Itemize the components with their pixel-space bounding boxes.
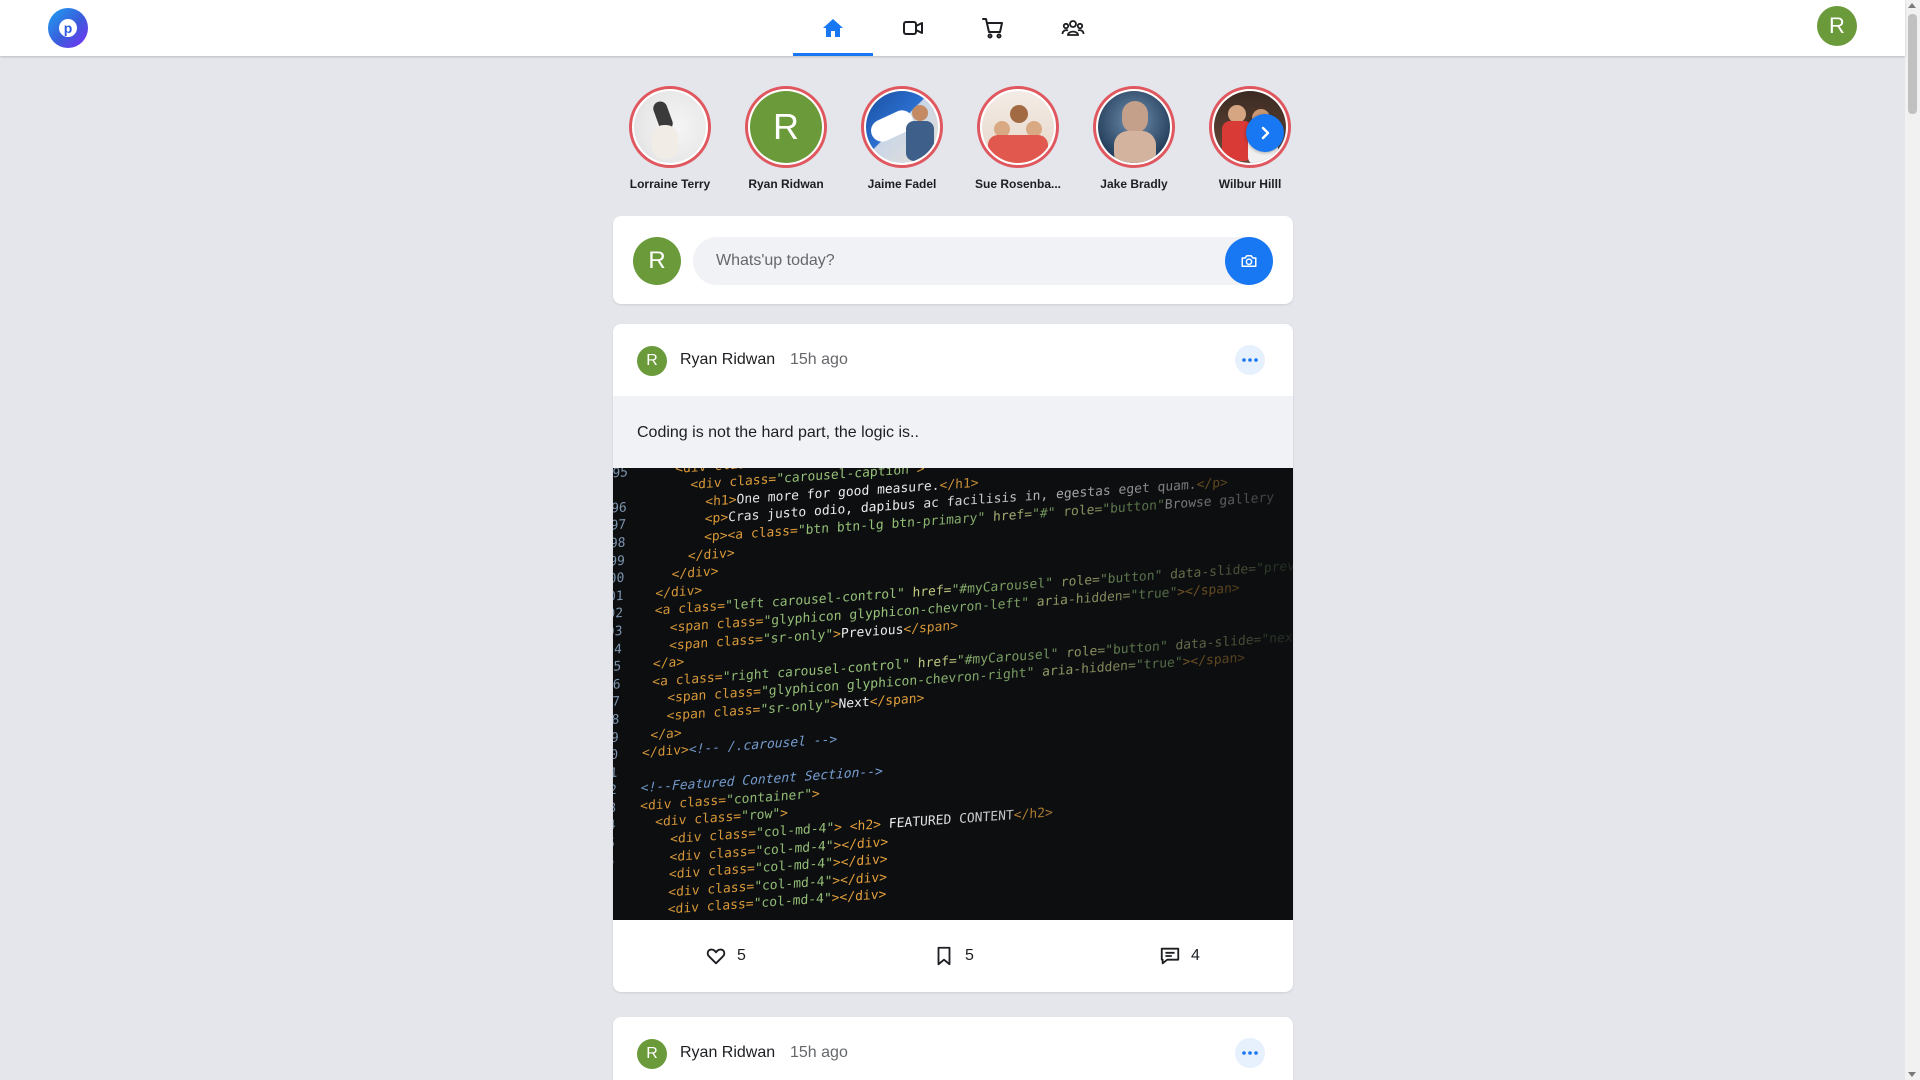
story-photo	[1098, 91, 1170, 163]
stories-row: Lorraine Terry R Ryan Ridwan Jaime Fadel	[612, 86, 1292, 196]
tab-marketplace[interactable]	[953, 0, 1033, 56]
chevron-right-icon	[1261, 126, 1270, 140]
story-ring: R	[745, 86, 827, 168]
user-avatar[interactable]: R	[1817, 6, 1857, 46]
save-count: 5	[965, 947, 974, 964]
story-photo	[982, 91, 1054, 163]
save-button[interactable]: 5	[933, 945, 974, 967]
more-dots-icon	[1242, 358, 1258, 362]
comment-button[interactable]: 4	[1159, 945, 1200, 967]
stories-next-button[interactable]	[1246, 114, 1284, 152]
groups-icon	[1061, 20, 1085, 36]
story-ring	[861, 86, 943, 168]
post-header: R Ryan Ridwan 15h ago	[613, 1017, 1293, 1080]
scroll-up-arrow[interactable]	[1908, 3, 1916, 8]
tab-home[interactable]	[793, 0, 873, 56]
post-header: R Ryan Ridwan 15h ago	[613, 324, 1293, 396]
feed-post: R Ryan Ridwan 15h ago Coding is not the …	[613, 324, 1293, 992]
cart-icon	[982, 18, 1003, 39]
comment-icon	[1160, 947, 1180, 965]
main-nav-tabs	[793, 0, 1113, 56]
tab-video[interactable]	[873, 0, 953, 56]
video-icon	[903, 21, 923, 35]
post-options-button[interactable]	[1235, 1038, 1265, 1068]
post-author-name[interactable]: Ryan Ridwan	[680, 351, 775, 369]
like-count: 5	[737, 947, 746, 964]
post-timestamp: 15h ago	[790, 1044, 848, 1061]
composer-avatar: R	[633, 237, 681, 285]
story-name: Jake Bradly	[1100, 177, 1168, 191]
post-timestamp: 15h ago	[790, 351, 848, 368]
story-name: Jaime Fadel	[867, 177, 937, 191]
story-ring	[629, 86, 711, 168]
like-button[interactable]: 5	[705, 945, 746, 967]
heart-icon	[706, 948, 726, 965]
story-item[interactable]: R Ryan Ridwan	[728, 86, 844, 191]
status-input[interactable]	[693, 237, 1273, 285]
post-options-button[interactable]	[1235, 345, 1265, 375]
story-item[interactable]: Jake Bradly	[1076, 86, 1192, 191]
story-name: Wilbur Hilll	[1218, 177, 1282, 191]
story-ring	[977, 86, 1059, 168]
story-ring	[1093, 86, 1175, 168]
comment-count: 4	[1191, 947, 1200, 964]
add-photo-button[interactable]	[1225, 237, 1273, 285]
image-vignette	[613, 468, 1293, 920]
post-actions-bar: 5 5 4	[613, 920, 1293, 992]
scroll-down-arrow[interactable]	[1908, 1072, 1916, 1077]
logo-letter: p	[59, 19, 77, 37]
story-avatar-initial: R	[773, 106, 799, 147]
story-item[interactable]: Jaime Fadel	[844, 86, 960, 191]
more-dots-icon	[1242, 1051, 1258, 1055]
page-scrollbar[interactable]	[1905, 0, 1920, 1080]
story-name: Lorraine Terry	[629, 177, 711, 191]
app-logo[interactable]: p	[48, 8, 88, 48]
post-body-text: Coding is not the hard part, the logic i…	[613, 396, 1293, 468]
scrollbar-thumb[interactable]	[1908, 14, 1917, 114]
story-photo	[634, 91, 706, 163]
tab-groups[interactable]	[1033, 0, 1113, 56]
story-avatar: R	[750, 91, 822, 163]
post-author-name[interactable]: Ryan Ridwan	[680, 1044, 775, 1062]
post-image[interactable]: 94 <img class="image/gif;base64,R0lGOD" …	[613, 468, 1293, 920]
story-name: Ryan Ridwan	[748, 177, 824, 191]
story-photo	[866, 91, 938, 163]
post-composer: R	[613, 216, 1293, 304]
post-author-avatar[interactable]: R	[637, 1039, 667, 1069]
post-author-avatar[interactable]: R	[637, 346, 667, 376]
camera-icon	[1241, 255, 1257, 267]
story-item[interactable]: Lorraine Terry	[612, 86, 728, 191]
story-name: Sue Rosenba...	[974, 177, 1062, 191]
story-item[interactable]: Sue Rosenba...	[960, 86, 1076, 191]
top-navigation-bar: p R	[0, 0, 1905, 56]
home-icon	[823, 19, 843, 37]
bookmark-icon	[937, 946, 951, 966]
feed-post: R Ryan Ridwan 15h ago	[613, 1017, 1293, 1080]
